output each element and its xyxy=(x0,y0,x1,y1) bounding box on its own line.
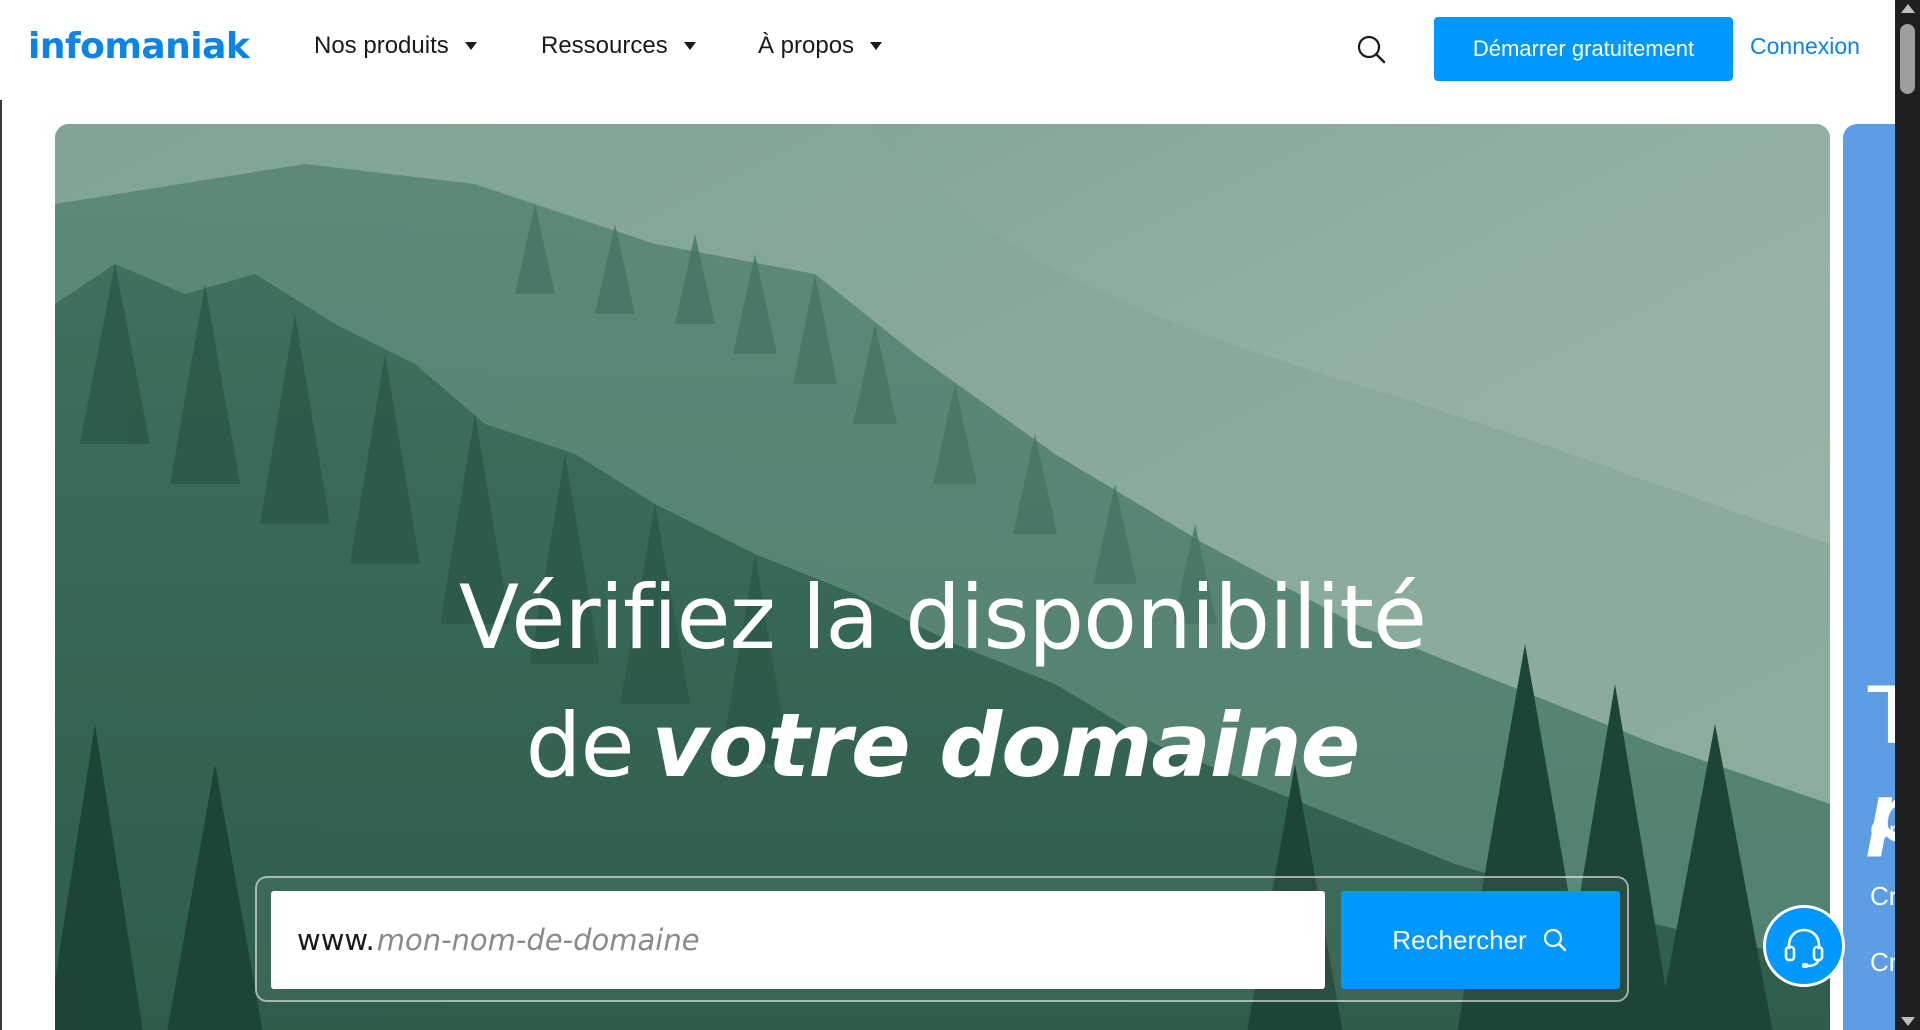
page-scrollbar[interactable] xyxy=(1895,0,1920,1030)
domain-search-input[interactable] xyxy=(376,923,1137,957)
side-card-item: Cr xyxy=(1870,947,1895,977)
hero-title-line2: de votre domaine xyxy=(55,694,1830,797)
domain-search-form: www. Rechercher xyxy=(255,876,1629,1002)
hero-title-line1: Vérifiez la disponibilité xyxy=(458,566,1427,669)
support-chat-button[interactable] xyxy=(1763,905,1845,987)
nav-item-label: Nos produits xyxy=(314,32,449,59)
header-search-button[interactable] xyxy=(1352,30,1392,70)
hero-banner: Vérifiez la disponibilité de votre domain… xyxy=(55,124,1830,1030)
scroll-up-arrow-icon[interactable] xyxy=(1901,4,1915,13)
headset-icon xyxy=(1784,928,1824,968)
scroll-down-arrow-icon[interactable] xyxy=(1901,1017,1915,1026)
caret-down-icon xyxy=(870,42,883,50)
nav-item-a-propos[interactable]: À propos xyxy=(758,32,883,60)
login-link[interactable]: Connexion xyxy=(1750,33,1860,60)
window-edge xyxy=(0,0,2,1030)
next-slide-card[interactable]: T p Cr Cr Cr xyxy=(1843,124,1895,1030)
hero-title-emphasis: votre domaine xyxy=(651,694,1361,797)
hero-title-plain: de xyxy=(525,694,635,797)
search-submit-label: Rechercher xyxy=(1392,924,1527,955)
domain-field[interactable]: www. xyxy=(271,891,1325,989)
caret-down-icon xyxy=(464,42,477,50)
nav-item-ressources[interactable]: Ressources xyxy=(541,32,696,60)
caret-down-icon xyxy=(683,42,696,50)
nav-item-label: Ressources xyxy=(541,32,668,59)
search-submit-button[interactable]: Rechercher xyxy=(1341,891,1620,989)
www-prefix: www. xyxy=(297,923,375,957)
side-card-title-1: T xyxy=(1868,672,1895,762)
side-card-item: Cr xyxy=(1870,815,1895,845)
scroll-thumb[interactable] xyxy=(1900,24,1915,94)
start-free-button[interactable]: Démarrer gratuitement xyxy=(1434,17,1733,81)
search-icon xyxy=(1357,35,1386,64)
side-card-item: Cr xyxy=(1870,881,1895,911)
infomaniak-logo[interactable]: infomaniak xyxy=(28,26,250,67)
nav-item-nos-produits[interactable]: Nos produits xyxy=(314,32,477,60)
site-header: infomaniak Nos produits Ressources À pro… xyxy=(0,0,1895,100)
nav-item-label: À propos xyxy=(758,32,855,59)
search-icon xyxy=(1543,928,1566,952)
